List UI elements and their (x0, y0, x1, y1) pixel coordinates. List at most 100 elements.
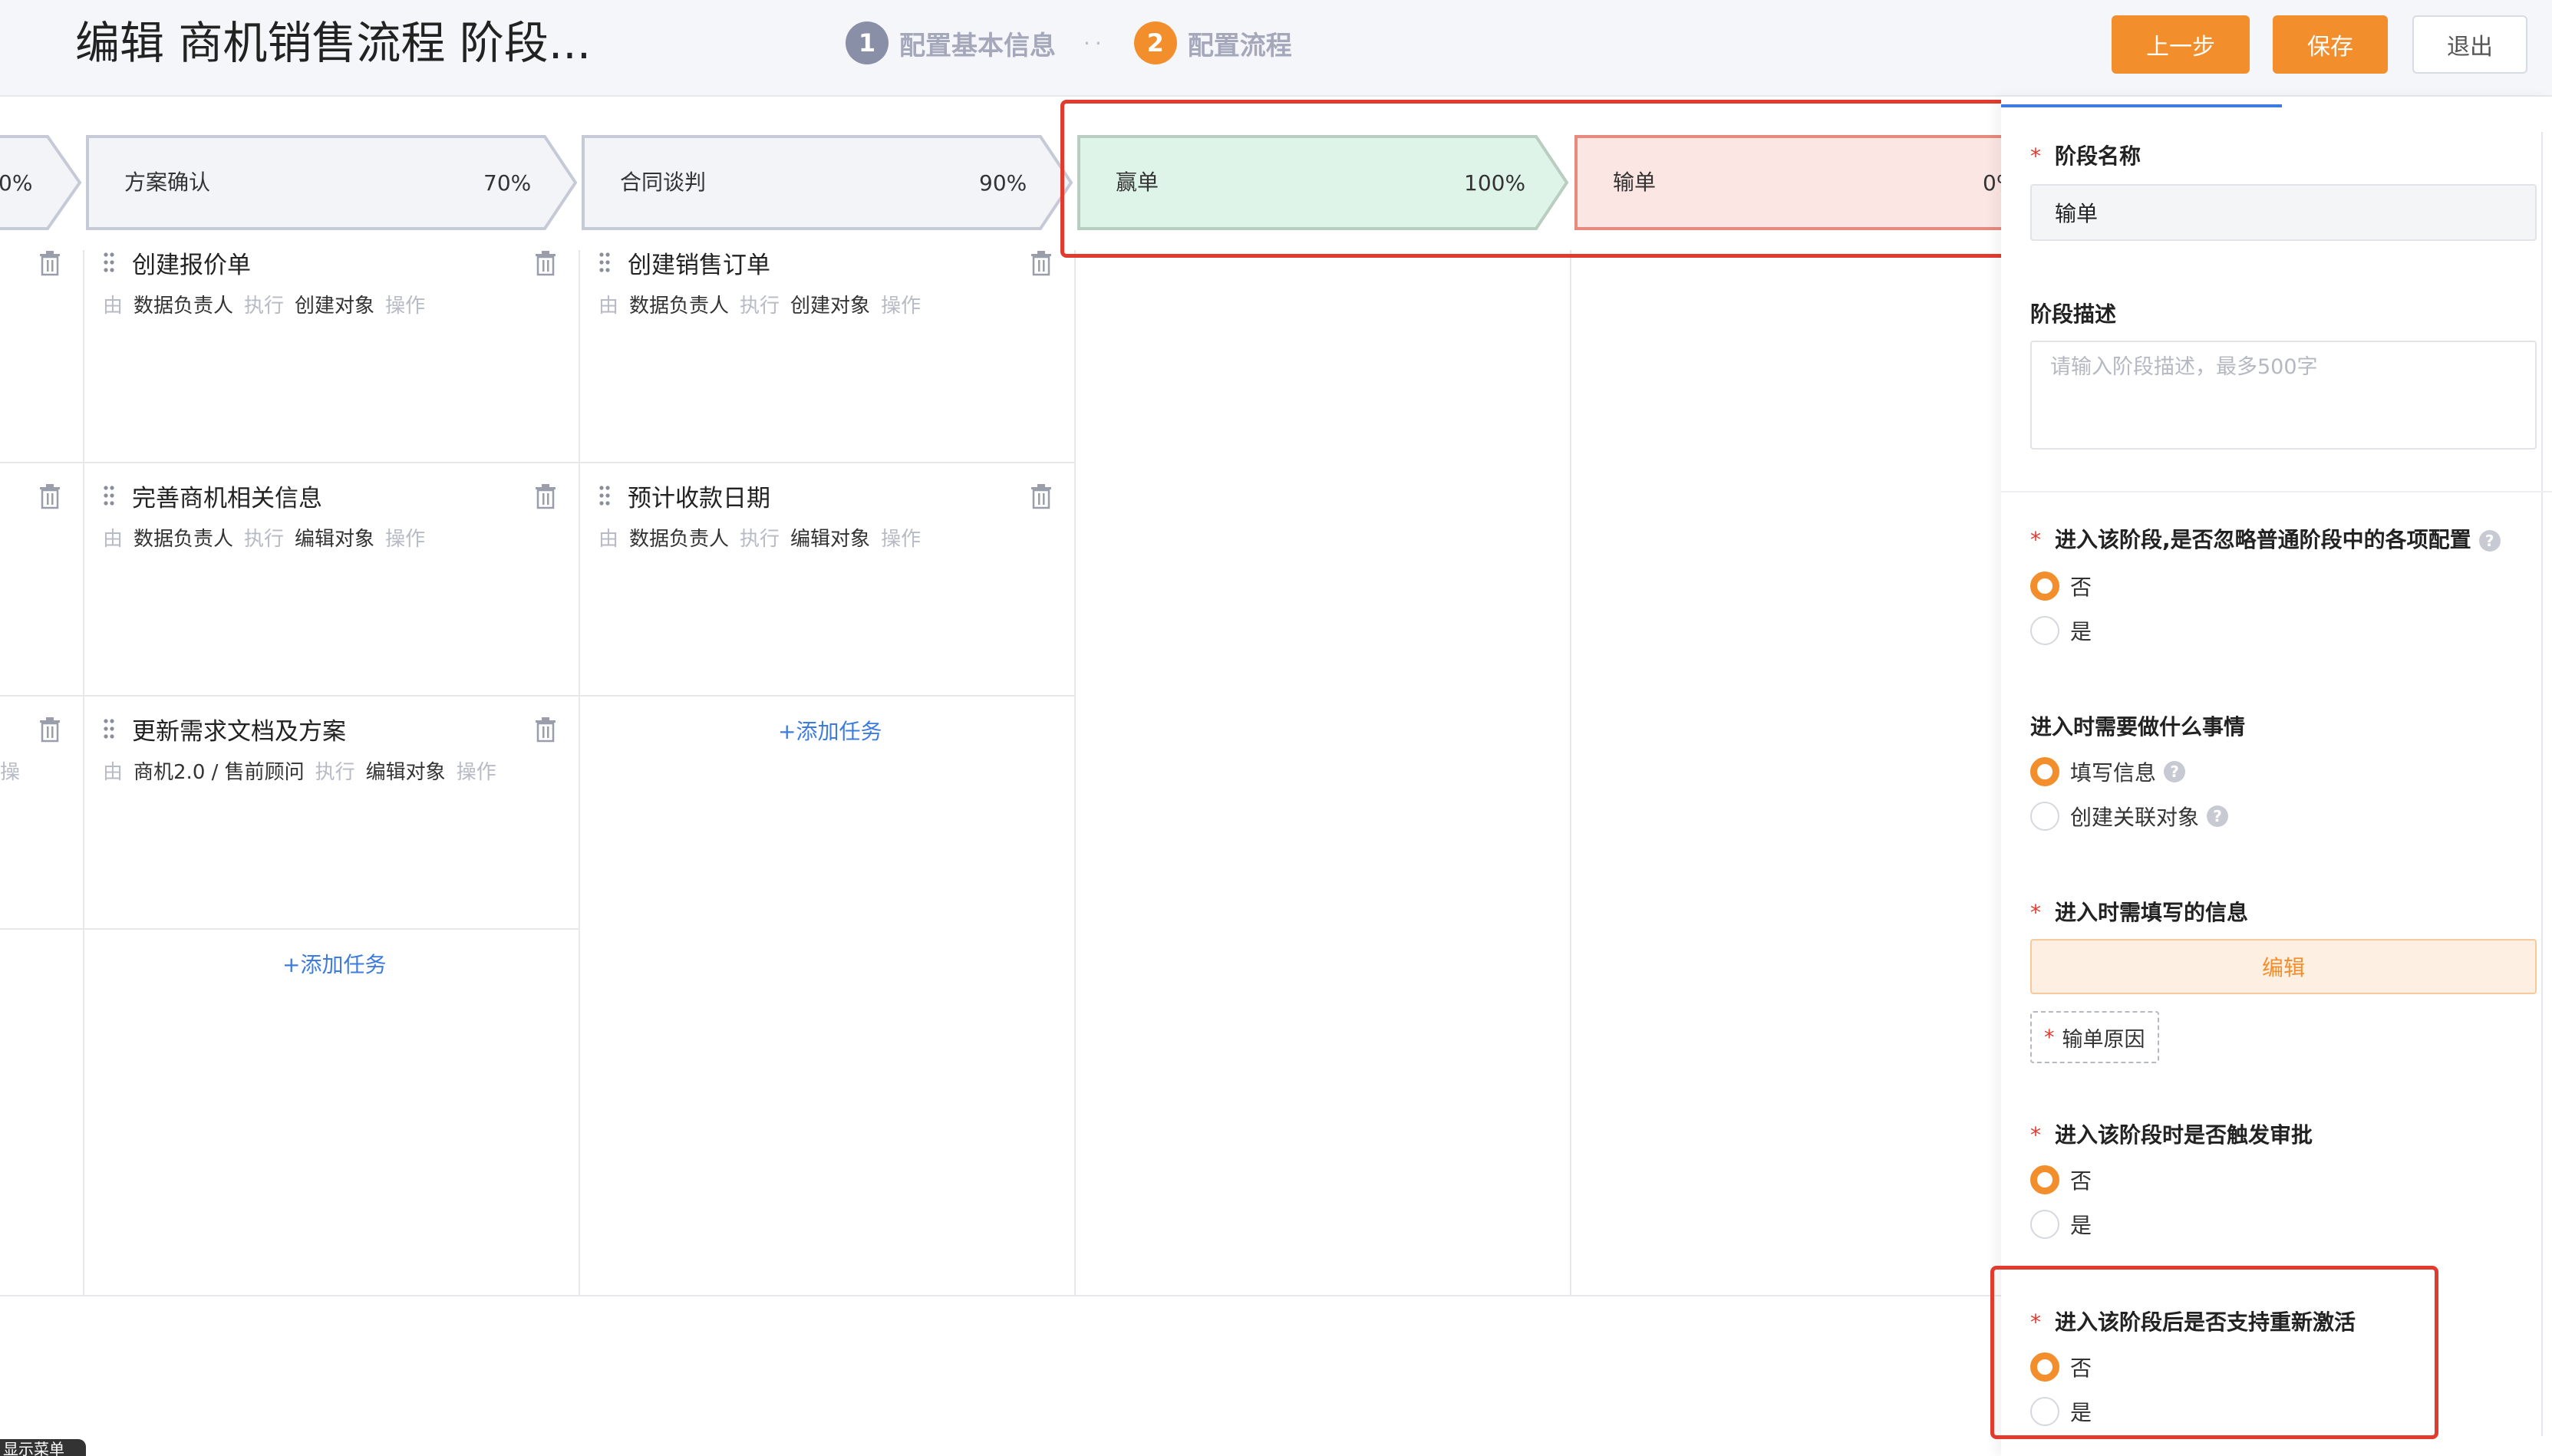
drag-handle-icon[interactable] (103, 485, 115, 506)
stage-percent: 70% (483, 170, 532, 196)
stage-name: 合同谈判 (620, 170, 707, 195)
stage-header-contract-negotiation[interactable]: 合同谈判 90% (580, 133, 1076, 232)
radio-dot (2030, 1397, 2059, 1426)
task-title: 创建销售订单 (628, 252, 770, 279)
trash-icon[interactable] (534, 483, 557, 509)
step-basic-info[interactable]: 1 配置基本信息 (846, 21, 1056, 64)
stage-name-label: * 阶段名称 (2030, 143, 2142, 169)
task-card-partial: 操 (0, 698, 83, 930)
trigger-approval-radio-yes[interactable]: 是 (2030, 1209, 2092, 1240)
previous-step-button[interactable]: 上一步 (2112, 15, 2250, 74)
task-title: 预计收款日期 (628, 485, 770, 512)
fill-info-label: * 进入时需填写的信息 (2030, 900, 2249, 925)
task-card[interactable]: 预计收款日期 由数据负责人 执行 编辑对象 操作 (580, 465, 1074, 697)
step-label: 配置基本信息 (899, 30, 1056, 61)
reactivate-radio-yes[interactable]: 是 (2030, 1396, 2092, 1427)
stepper: 1 配置基本信息 ·· 2 配置流程 (846, 20, 1292, 66)
add-task-link[interactable]: +添加任务 (282, 948, 386, 979)
radio-dot (2030, 616, 2059, 645)
reactivate-label: * 进入该阶段后是否支持重新激活 (2030, 1309, 2356, 1335)
radio-dot (2030, 1210, 2059, 1239)
on-enter-radio-fill-info[interactable]: 填写信息? (2030, 756, 2186, 787)
step-label: 配置流程 (1187, 30, 1292, 61)
stage-config-panel: *阶段名称 阶段描述 *进入该阶段,是否忽略普通阶段中的各项配置? 否 是 进入… (1990, 97, 2552, 1456)
column-divider (1570, 250, 1571, 1296)
trigger-approval-label: * 进入该阶段时是否触发审批 (2030, 1122, 2313, 1148)
ignore-config-radio-yes[interactable]: 是 (2030, 615, 2092, 646)
stage-percent: 0% (1983, 170, 2001, 196)
drag-handle-icon[interactable] (598, 252, 611, 273)
task-card[interactable]: 完善商机相关信息 由数据负责人 执行 编辑对象 操作 (84, 465, 579, 697)
task-card[interactable]: 更新需求文档及方案 由商机2.0 / 售前顾问 执行 编辑对象 操作 (84, 698, 579, 930)
column-divider (1074, 250, 1076, 1296)
board-bottom-border (0, 1295, 2001, 1296)
stage-desc-textarea[interactable] (2030, 341, 2537, 450)
stage-header-win[interactable]: 赢单 100% (1076, 133, 1571, 232)
stage-percent: 90% (979, 170, 1027, 196)
exit-button[interactable]: 退出 (2412, 15, 2527, 74)
task-title: 完善商机相关信息 (132, 485, 322, 512)
stage-percent: 100% (1464, 170, 1526, 196)
panel-active-tab-indicator (2001, 104, 2282, 107)
stage-name: 方案确认 (124, 170, 211, 195)
add-task-link[interactable]: +添加任务 (778, 715, 882, 746)
task-meta: 由商机2.0 / 售前顾问 执行 编辑对象 操作 (103, 761, 496, 784)
page-title: 编辑 商机销售流程 阶段... (75, 17, 592, 69)
stage-board: 0% 方案确认 70% 合同谈判 90% 赢单 100% 输单 0% (0, 97, 2001, 1456)
trash-icon[interactable] (1030, 250, 1053, 276)
help-icon[interactable]: ? (2164, 761, 2186, 782)
trash-icon[interactable] (38, 250, 61, 276)
page-header: 编辑 商机销售流程 阶段... 1 配置基本信息 ·· 2 配置流程 上一步 保… (0, 0, 2552, 97)
help-icon[interactable]: ? (2207, 805, 2229, 827)
step-number: 1 (846, 21, 889, 64)
edit-fields-button[interactable]: 编辑 (2030, 939, 2537, 994)
stage-header-previous[interactable]: 0% (0, 133, 84, 232)
on-enter-radio-create-related[interactable]: 创建关联对象? (2030, 801, 2229, 832)
step-config-flow[interactable]: 2 配置流程 (1133, 21, 1292, 64)
radio-dot (2030, 572, 2059, 601)
task-title: 创建报价单 (132, 252, 251, 279)
stage-percent: 0% (0, 170, 33, 196)
task-meta: 由数据负责人 执行 编辑对象 操作 (598, 528, 922, 551)
trash-icon[interactable] (534, 716, 557, 743)
task-title: 更新需求文档及方案 (132, 718, 346, 746)
radio-dot (2030, 1165, 2059, 1194)
trash-icon[interactable] (38, 716, 61, 743)
stage-header-solution-confirm[interactable]: 方案确认 70% (84, 133, 580, 232)
task-meta: 由数据负责人 执行 编辑对象 操作 (103, 528, 426, 551)
trash-icon[interactable] (1030, 483, 1053, 509)
ignore-config-label: * 进入该阶段,是否忽略普通阶段中的各项配置? (2030, 523, 2501, 554)
stage-name: 赢单 (1116, 170, 1159, 195)
help-icon[interactable]: ? (2478, 530, 2501, 552)
trigger-approval-radio-no[interactable]: 否 (2030, 1164, 2092, 1195)
step-number: 2 (1133, 21, 1177, 64)
radio-dot (2030, 757, 2059, 786)
reactivate-radio-no[interactable]: 否 (2030, 1352, 2092, 1382)
floating-menu-tag[interactable]: 显示菜单 (0, 1439, 86, 1456)
step-separator: ·· (1083, 30, 1106, 56)
trash-icon[interactable] (38, 483, 61, 509)
on-enter-label: 进入时需要做什么事情 (2030, 714, 2246, 740)
stage-desc-label: 阶段描述 (2030, 301, 2117, 327)
save-button[interactable]: 保存 (2273, 15, 2388, 74)
stage-name: 输单 (1613, 170, 1657, 195)
task-card[interactable]: 创建报价单 由数据负责人 执行 创建对象 操作 (84, 232, 579, 463)
stage-name-input[interactable] (2030, 184, 2537, 241)
radio-dot (2030, 1352, 2059, 1382)
drag-handle-icon[interactable] (103, 718, 115, 740)
task-card-partial (0, 465, 83, 697)
task-card[interactable]: 创建销售订单 由数据负责人 执行 创建对象 操作 (580, 232, 1074, 463)
stage-header-lose[interactable]: 输单 0% (1573, 133, 2001, 232)
task-meta-fragment: 操 (0, 761, 21, 784)
drag-handle-icon[interactable] (103, 252, 115, 273)
task-meta: 由数据负责人 执行 创建对象 操作 (598, 295, 922, 318)
radio-dot (2030, 802, 2059, 831)
required-field-tag[interactable]: * 输单原因 (2030, 1011, 2159, 1063)
panel-divider (2001, 491, 2552, 492)
ignore-config-radio-no[interactable]: 否 (2030, 571, 2092, 601)
drag-handle-icon[interactable] (598, 485, 611, 506)
trash-icon[interactable] (534, 250, 557, 276)
task-card-partial (0, 232, 83, 463)
panel-scrollbar[interactable] (2541, 132, 2546, 1436)
task-meta: 由数据负责人 执行 创建对象 操作 (103, 295, 426, 318)
